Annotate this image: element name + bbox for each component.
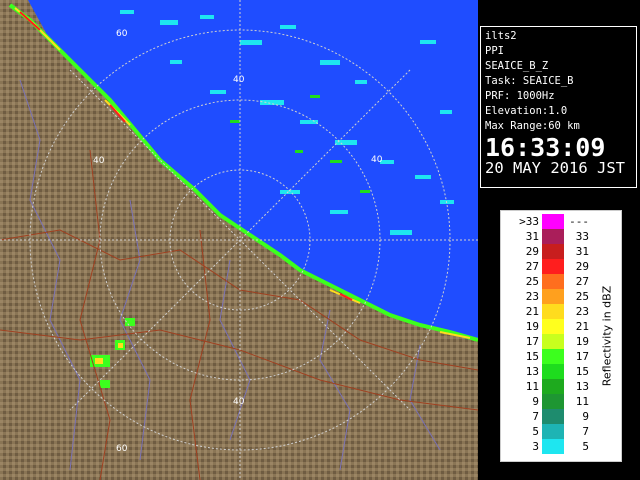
legend-upper-value: 33	[575, 230, 589, 243]
legend-row: 23 25	[501, 289, 593, 305]
info-panel: ilts2 PPI SEAICE_B_Z Task: SEAICE_B PRF:…	[480, 26, 637, 188]
legend-row: 25 27	[501, 274, 593, 290]
legend-upper-value: 19	[575, 335, 589, 348]
legend-swatch	[542, 214, 564, 229]
legend-upper-value: 5	[582, 440, 589, 453]
legend-row: 57	[501, 424, 593, 440]
legend-row: 27 29	[501, 259, 593, 275]
range-label: 40	[233, 75, 245, 85]
range-label: 60	[116, 444, 128, 454]
legend-upper-value: 9	[582, 410, 589, 423]
legend-swatch	[542, 229, 564, 244]
legend-upper-value: 13	[575, 380, 589, 393]
range-label: 40	[233, 397, 245, 407]
legend-lower-value: 23	[525, 290, 539, 303]
legend-swatch	[542, 409, 564, 424]
radar-map: 60 40 40 40 40 60	[0, 0, 478, 480]
legend-lower-value: 31	[525, 230, 539, 243]
time-display: 16:33:09	[485, 133, 606, 162]
legend-lower-value: 29	[525, 245, 539, 258]
elevation-value: Elevation:1.0	[485, 105, 568, 117]
legend-lower-value: 17	[525, 335, 539, 348]
radar-display[interactable]: 60 40 40 40 40 60	[0, 0, 478, 480]
legend-upper-value: 11	[575, 395, 589, 408]
legend-upper-value: 29	[575, 260, 589, 273]
legend-swatch	[542, 349, 564, 364]
legend-title-box: Reflectivity in dBZ	[593, 211, 621, 461]
task-name: Task: SEAICE_B	[485, 75, 574, 87]
legend-row: 31 33	[501, 229, 593, 245]
legend-upper-value: 31	[575, 245, 589, 258]
range-label: 40	[371, 155, 383, 165]
legend-swatch	[542, 274, 564, 289]
legend-row: 13 15	[501, 364, 593, 380]
legend-row: 17 19	[501, 334, 593, 350]
max-range-value: Max Range:60 km	[485, 120, 580, 132]
legend-upper-value: 15	[575, 365, 589, 378]
range-label: 40	[93, 156, 105, 166]
legend-swatch	[542, 424, 564, 439]
legend-lower-value: 13	[525, 365, 539, 378]
legend-lower-value: 5	[532, 425, 539, 438]
legend-row: 35	[501, 439, 593, 455]
scan-mode: PPI	[485, 45, 504, 57]
legend-swatch	[542, 259, 564, 274]
range-label: 60	[116, 29, 128, 39]
legend-row: 19 21	[501, 319, 593, 335]
legend-row: 15 17	[501, 349, 593, 365]
legend-row: 79	[501, 409, 593, 425]
legend-lower-value: 21	[525, 305, 539, 318]
legend-upper-value: ---	[569, 215, 589, 228]
legend-swatch	[542, 394, 564, 409]
legend-upper-value: 25	[575, 290, 589, 303]
prf-value: PRF: 1000Hz	[485, 90, 555, 102]
color-legend: >33 --- 31 33 29 31 27 29 25 27 23 25 21 23 19 21 17 19 15…	[500, 210, 622, 462]
legend-swatch	[542, 289, 564, 304]
legend-title: Reflectivity in dBZ	[600, 285, 614, 387]
station-name: ilts2	[485, 30, 517, 42]
legend-upper-value: 23	[575, 305, 589, 318]
legend-row: >33 ---	[501, 214, 593, 230]
legend-lower-value: 15	[525, 350, 539, 363]
legend-lower-value: 25	[525, 275, 539, 288]
legend-swatch	[542, 439, 564, 454]
legend-upper-value: 7	[582, 425, 589, 438]
legend-lower-value: 27	[525, 260, 539, 273]
legend-lower-value: 11	[525, 380, 539, 393]
legend-swatch	[542, 319, 564, 334]
legend-swatch	[542, 304, 564, 319]
legend-row: 29 31	[501, 244, 593, 260]
legend-swatch	[542, 244, 564, 259]
legend-row: 21 23	[501, 304, 593, 320]
legend-lower-value: 7	[532, 410, 539, 423]
legend-lower-value: 9	[532, 395, 539, 408]
legend-upper-value: 27	[575, 275, 589, 288]
legend-row: 9 11	[501, 394, 593, 410]
legend-lower-value: 3	[532, 440, 539, 453]
legend-swatch	[542, 379, 564, 394]
legend-swatch	[542, 334, 564, 349]
legend-upper-value: 17	[575, 350, 589, 363]
date-display: 20 MAY 2016 JST	[485, 159, 625, 177]
product-name: SEAICE_B_Z	[485, 60, 549, 72]
legend-lower-value: >33	[519, 215, 539, 228]
legend-lower-value: 19	[525, 320, 539, 333]
legend-swatch	[542, 364, 564, 379]
legend-row: 11 13	[501, 379, 593, 395]
legend-upper-value: 21	[575, 320, 589, 333]
